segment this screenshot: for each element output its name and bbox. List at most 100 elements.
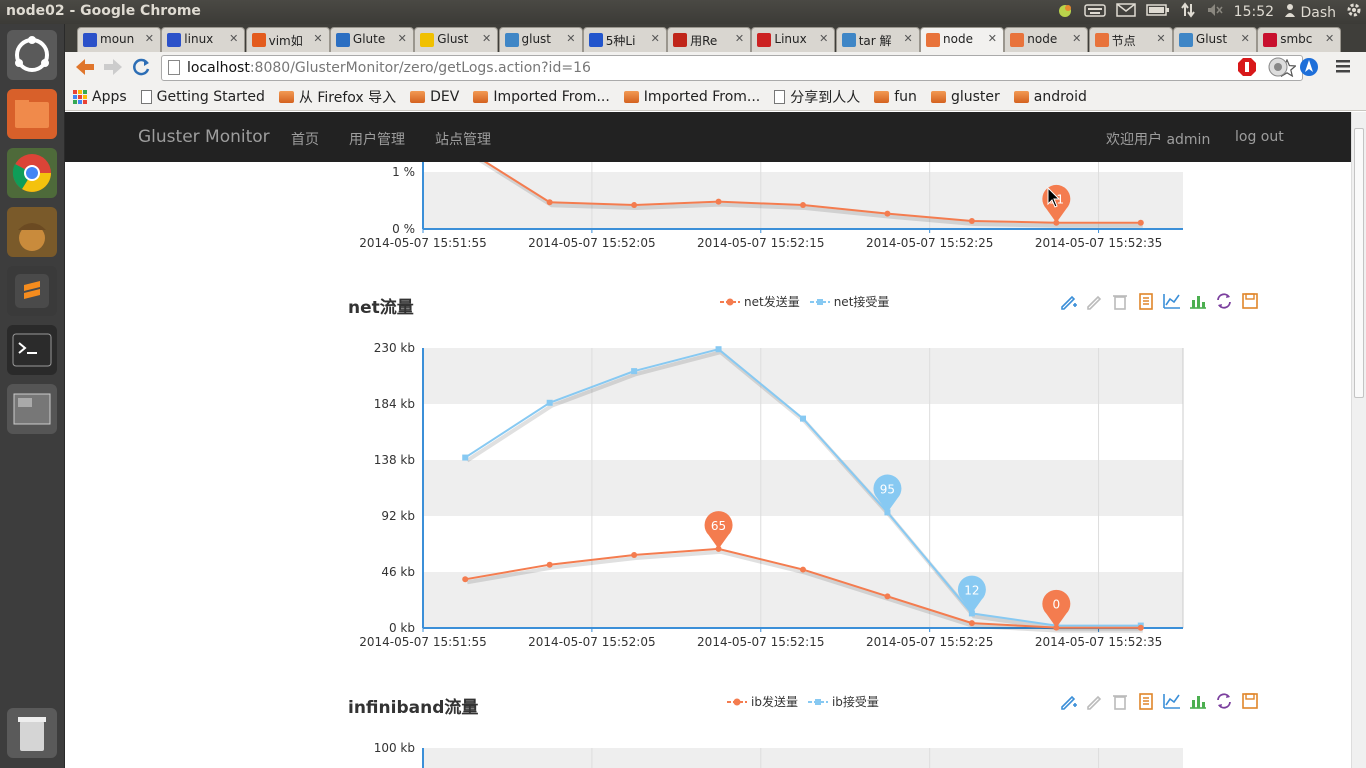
browser-tab[interactable]: node ✕	[920, 27, 1004, 52]
data-point	[1137, 219, 1144, 226]
clear-icon[interactable]	[1110, 291, 1130, 311]
legend-item-net-send[interactable]: net发送量	[720, 293, 800, 310]
url-text: localhost:8080/GlusterMonitor/zero/getLo…	[187, 60, 591, 76]
sublime-text-icon[interactable]	[7, 266, 57, 316]
close-icon[interactable]: ✕	[1072, 32, 1081, 45]
acorn-icon[interactable]	[7, 207, 57, 257]
bookmark-item[interactable]: Getting Started	[140, 89, 265, 105]
browser-tab[interactable]: vim如 ✕	[245, 27, 330, 52]
user-menu[interactable]: Dash	[1284, 3, 1336, 21]
bookmark-item[interactable]: 从 Firefox 导入	[278, 87, 396, 107]
close-icon[interactable]: ✕	[313, 32, 322, 45]
browser-tab[interactable]: moun ✕	[77, 27, 161, 52]
line-chart-icon[interactable]	[1162, 291, 1182, 311]
browser-tab[interactable]: linux ✕	[161, 27, 246, 52]
menu-icon[interactable]	[1335, 58, 1351, 77]
close-icon[interactable]: ✕	[566, 32, 575, 45]
legend-item-ib-recv[interactable]: ib接受量	[807, 693, 879, 710]
trash-icon[interactable]	[7, 708, 57, 758]
refresh-icon[interactable]	[1214, 291, 1234, 311]
marker-label: 95	[880, 482, 895, 496]
browser-tab[interactable]: 5种Li ✕	[582, 27, 667, 52]
browser-tab[interactable]: glust ✕	[498, 27, 583, 52]
browser-tab[interactable]: tar 解 ✕	[835, 27, 920, 52]
bookmark-item[interactable]: Imported From...	[623, 89, 760, 105]
nav-site-management[interactable]: 站点管理	[435, 129, 491, 149]
tab-favicon-icon	[757, 33, 772, 47]
extension-icon[interactable]	[1268, 57, 1288, 80]
logout-link[interactable]: log out	[1235, 129, 1284, 145]
workspace-switcher-icon[interactable]	[7, 384, 57, 434]
close-icon[interactable]: ✕	[398, 32, 407, 45]
refresh-icon[interactable]	[1214, 691, 1234, 711]
browser-tab[interactable]: node ✕	[1004, 27, 1089, 52]
reload-icon[interactable]	[131, 57, 151, 82]
bookmark-item[interactable]: fun	[874, 89, 917, 105]
data-view-icon[interactable]	[1136, 291, 1156, 311]
close-icon[interactable]: ✕	[903, 32, 912, 45]
volume-muted-icon[interactable]	[1206, 2, 1224, 22]
terminal-icon[interactable]	[7, 325, 57, 375]
browser-tab[interactable]: Glust ✕	[414, 27, 499, 52]
save-image-icon[interactable]	[1240, 691, 1260, 711]
close-icon[interactable]: ✕	[988, 32, 997, 45]
bookmark-item[interactable]: gluster	[930, 89, 1000, 105]
pen-disabled-icon[interactable]	[1084, 691, 1104, 711]
adblock-icon[interactable]	[1237, 57, 1257, 80]
marker-label: 0	[1053, 598, 1061, 612]
close-icon[interactable]: ✕	[1325, 32, 1334, 45]
bookmark-item[interactable]: Imported From...	[473, 89, 610, 105]
chrome-icon[interactable]	[7, 148, 57, 198]
update-icon[interactable]	[1056, 2, 1074, 22]
browser-tab[interactable]: smbc ✕	[1257, 27, 1342, 52]
y-tick-label: 138 kb	[374, 453, 415, 467]
back-arrow-icon[interactable]	[74, 57, 96, 82]
browser-tab[interactable]: Glust ✕	[1172, 27, 1257, 52]
clear-icon[interactable]	[1110, 691, 1130, 711]
browser-tab[interactable]: 用Re ✕	[667, 27, 752, 52]
battery-icon[interactable]	[1145, 3, 1170, 21]
browser-tab[interactable]: Linux ✕	[751, 27, 836, 52]
bookmark-item[interactable]: Apps	[73, 89, 127, 105]
page-scrollbar[interactable]	[1351, 112, 1366, 768]
save-image-icon[interactable]	[1240, 291, 1260, 311]
close-icon[interactable]: ✕	[735, 32, 744, 45]
close-icon[interactable]: ✕	[229, 32, 238, 45]
ubuntu-logo-icon[interactable]	[7, 30, 57, 80]
legend-item-ib-send[interactable]: ib发送量	[727, 693, 798, 710]
legend-item-net-recv[interactable]: net接受量	[809, 293, 889, 310]
compass-extension-icon[interactable]	[1299, 57, 1319, 80]
marker-label: 12	[964, 583, 979, 597]
files-icon[interactable]	[7, 89, 57, 139]
pen-add-icon[interactable]	[1058, 691, 1078, 711]
mail-icon[interactable]	[1115, 3, 1136, 21]
address-bar[interactable]: localhost:8080/GlusterMonitor/zero/getLo…	[161, 55, 1303, 81]
close-icon[interactable]: ✕	[1156, 32, 1165, 45]
network-icon[interactable]	[1180, 2, 1196, 22]
forward-arrow-icon[interactable]	[102, 57, 124, 82]
nav-home[interactable]: 首页	[291, 129, 319, 149]
browser-tab[interactable]: Glute ✕	[329, 27, 414, 52]
close-icon[interactable]: ✕	[145, 32, 154, 45]
close-icon[interactable]: ✕	[1241, 32, 1250, 45]
line-chart-icon[interactable]	[1162, 691, 1182, 711]
browser-tab[interactable]: 节点 ✕	[1088, 27, 1173, 52]
bar-chart-icon[interactable]	[1188, 691, 1208, 711]
grid-band	[423, 348, 1183, 404]
bookmark-item[interactable]: 分享到人人	[774, 87, 860, 107]
close-icon[interactable]: ✕	[651, 32, 660, 45]
pen-disabled-icon[interactable]	[1084, 291, 1104, 311]
bar-chart-icon[interactable]	[1188, 291, 1208, 311]
gear-icon[interactable]	[1346, 2, 1362, 22]
scrollbar-thumb[interactable]	[1354, 128, 1364, 398]
close-icon[interactable]: ✕	[482, 32, 491, 45]
brand-link[interactable]: Gluster Monitor	[138, 127, 270, 147]
nav-user-management[interactable]: 用户管理	[349, 129, 405, 149]
keyboard-icon[interactable]	[1083, 3, 1106, 21]
pen-add-icon[interactable]	[1058, 291, 1078, 311]
bookmark-item[interactable]: android	[1013, 89, 1087, 105]
bookmark-item[interactable]: DEV	[410, 89, 459, 105]
close-icon[interactable]: ✕	[819, 32, 828, 45]
clock[interactable]: 15:52	[1234, 4, 1274, 20]
data-view-icon[interactable]	[1136, 691, 1156, 711]
